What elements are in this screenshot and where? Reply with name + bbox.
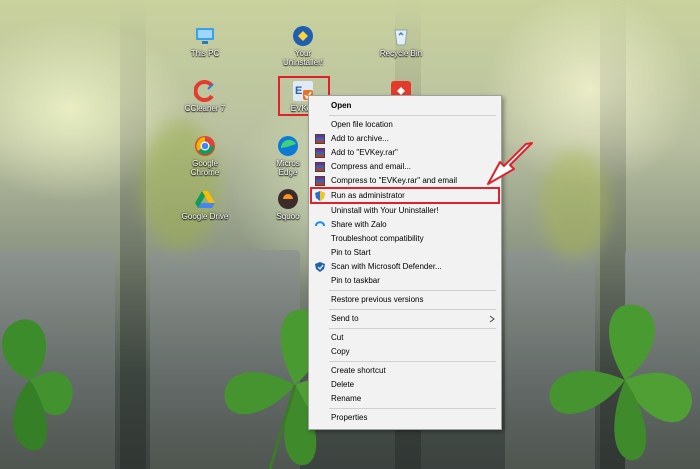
menu-item-pin-to-taskbar[interactable]: Pin to taskbar (309, 274, 501, 288)
clover-leaf-left (1, 319, 73, 451)
red-pointer-arrow-icon (487, 142, 533, 185)
menu-item-label: Restore previous versions (331, 295, 424, 304)
menu-item-compress-and-email[interactable]: Compress and email... (309, 160, 501, 174)
desktop-icon-label: Google (192, 159, 218, 168)
desktop-icon-microsoft-edge[interactable]: Micros Edge (268, 135, 308, 177)
desktop-icon-label: Micros (276, 159, 300, 168)
desktop-icon-label: Your (294, 49, 312, 58)
menu-item-label: Open file location (331, 120, 393, 129)
desktop-icon-recycle-bin[interactable]: Recycle Bin (366, 25, 436, 58)
desktop-icon-label: Edge (278, 168, 298, 177)
menu-item-delete[interactable]: Delete (309, 378, 501, 392)
desktop-icon-this-pc[interactable]: This PC (170, 25, 240, 58)
desktop[interactable]: This PC Your Uninstaller! Recycle Bin CC… (0, 0, 700, 469)
menu-separator (329, 328, 496, 329)
desktop-icon-label: Squoo (276, 212, 300, 221)
ccleaner-icon (193, 80, 216, 102)
menu-item-label: Copy (331, 347, 350, 356)
menu-item-label: Add to "EVKey.rar" (331, 148, 398, 157)
winrar-icon (315, 176, 325, 186)
recycle-bin-icon (390, 25, 412, 47)
menu-item-rename[interactable]: Rename (309, 392, 501, 406)
desktop-icon-google-drive[interactable]: Google Drive (170, 188, 240, 221)
menu-item-create-shortcut[interactable]: Create shortcut (309, 364, 501, 378)
menu-item-label: Pin to Start (331, 248, 371, 257)
menu-item-label: Scan with Microsoft Defender... (331, 262, 442, 271)
menu-item-open[interactable]: Open (309, 99, 501, 113)
computer-icon (194, 25, 216, 47)
menu-item-label: Troubleshoot compatibility (331, 234, 424, 243)
menu-item-share-with-zalo[interactable]: Share with Zalo (309, 218, 501, 232)
menu-separator (329, 115, 496, 116)
menu-item-label: Uninstall with Your Uninstaller! (331, 206, 439, 215)
menu-item-label: Rename (331, 394, 362, 403)
desktop-icon-your-uninstaller[interactable]: Your Uninstaller! (268, 25, 338, 67)
menu-separator (329, 408, 496, 409)
desktop-icon-label: This PC (190, 49, 220, 58)
chrome-icon (194, 135, 216, 157)
menu-item-open-file-location[interactable]: Open file location (309, 118, 501, 132)
menu-item-label: Properties (331, 413, 368, 422)
edge-icon (277, 135, 299, 157)
menu-item-label: Open (331, 101, 352, 110)
desktop-icon-label: Recycle Bin (379, 49, 423, 58)
run-as-admin-highlight-box (310, 187, 500, 204)
google-drive-icon (194, 188, 216, 210)
menu-separator (329, 290, 496, 291)
menu-item-compress-rar-email[interactable]: Compress to "EVKey.rar" and email (309, 174, 501, 188)
background-plank-gap (120, 0, 146, 469)
winrar-icon (315, 148, 325, 158)
uninstaller-icon (292, 25, 314, 47)
context-menu[interactable]: Open Open file location Add to archive..… (308, 95, 502, 430)
desktop-icon-ccleaner[interactable]: CCleaner 7 (170, 80, 240, 113)
menu-item-label: Pin to taskbar (331, 276, 380, 285)
menu-item-label: Create shortcut (331, 366, 386, 375)
menu-item-label: Delete (331, 380, 355, 389)
menu-item-add-to-rar[interactable]: Add to "EVKey.rar" (309, 146, 501, 160)
menu-item-send-to[interactable]: Send to (309, 312, 501, 326)
winrar-icon (315, 162, 325, 172)
menu-item-uninstall-with[interactable]: Uninstall with Your Uninstaller! (309, 204, 501, 218)
winrar-icon (315, 134, 325, 144)
menu-item-label: Add to archive... (331, 134, 389, 143)
menu-item-label: Send to (331, 314, 359, 323)
menu-item-label: Compress and email... (331, 162, 412, 171)
defender-shield-icon (315, 262, 325, 272)
menu-item-copy[interactable]: Copy (309, 345, 501, 359)
zalo-icon (315, 220, 325, 230)
desktop-icon-label: Google Drive (181, 212, 229, 221)
desktop-icon-label: Uninstaller! (282, 58, 323, 67)
menu-item-restore-versions[interactable]: Restore previous versions (309, 293, 501, 307)
desktop-icon-label: CCleaner 7 (184, 104, 226, 113)
menu-item-label: Compress to "EVKey.rar" and email (331, 176, 458, 185)
desktop-icon-label: Chrome (190, 168, 220, 177)
desktop-icon-squoosh[interactable]: Squoo (268, 188, 308, 221)
menu-item-properties[interactable]: Properties (309, 411, 501, 425)
menu-separator (329, 309, 496, 310)
menu-item-scan-defender[interactable]: Scan with Microsoft Defender... (309, 260, 501, 274)
menu-item-troubleshoot[interactable]: Troubleshoot compatibility (309, 232, 501, 246)
menu-separator (329, 361, 496, 362)
menu-item-label: Cut (331, 333, 344, 342)
menu-item-add-to-archive[interactable]: Add to archive... (309, 132, 501, 146)
clover-right (549, 304, 692, 461)
desktop-icon-google-chrome[interactable]: Google Chrome (170, 135, 240, 177)
squoosh-icon (277, 188, 299, 210)
menu-item-pin-to-start[interactable]: Pin to Start (309, 246, 501, 260)
menu-item-cut[interactable]: Cut (309, 331, 501, 345)
menu-item-label: Share with Zalo (331, 220, 387, 229)
background-foliage (540, 150, 610, 260)
